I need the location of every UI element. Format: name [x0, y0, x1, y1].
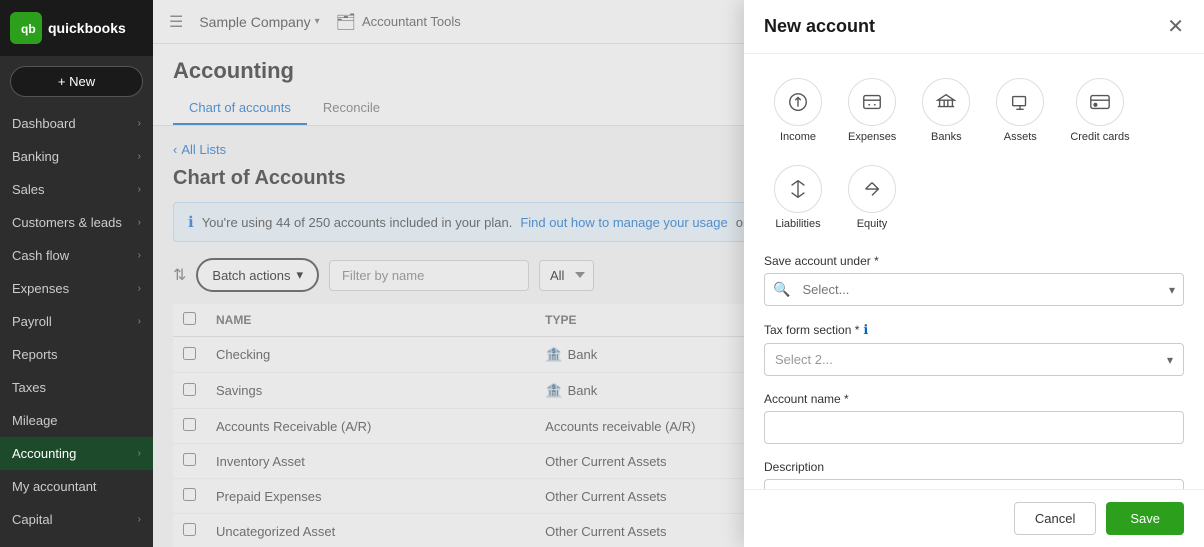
drawer-title: New account [764, 16, 875, 37]
quickbooks-logo-icon: qb [10, 12, 42, 44]
income-label: Income [780, 131, 816, 143]
sidebar-item-label: Banking [12, 149, 59, 164]
sidebar-item-label: My accountant [12, 479, 97, 494]
sidebar-item-label: Payroll [12, 314, 52, 329]
cancel-button[interactable]: Cancel [1014, 502, 1096, 535]
tax-form-select-wrapper: Select 2... ▾ [764, 343, 1184, 376]
account-type-equity[interactable]: Equity [838, 157, 906, 238]
tax-form-section-group: Tax form section * ℹ Select 2... ▾ [764, 322, 1184, 376]
drawer-body: Save account under * 🔍 ▾ Tax form sectio… [744, 254, 1204, 489]
sidebar-item-label: Taxes [12, 380, 46, 395]
sidebar-item-commerce[interactable]: Commerce › [0, 536, 153, 547]
chevron-right-icon: › [138, 217, 141, 228]
account-type-liabilities[interactable]: Liabilities [764, 157, 832, 238]
chevron-right-icon: › [138, 283, 141, 294]
sidebar-item-label: Dashboard [12, 116, 76, 131]
account-type-banks[interactable]: Banks [912, 70, 980, 151]
sidebar-item-myaccountant[interactable]: My accountant [0, 470, 153, 503]
account-name-input[interactable] [764, 411, 1184, 444]
account-name-label: Account name * [764, 392, 1184, 406]
banks-icon [922, 78, 970, 126]
credit-cards-icon [1076, 78, 1124, 126]
sidebar-item-label: Reports [12, 347, 58, 362]
save-account-input[interactable] [798, 274, 1161, 305]
new-account-drawer: New account ✕ Income Expenses Banks [744, 0, 1204, 547]
income-icon [774, 78, 822, 126]
sidebar-item-label: Customers & leads [12, 215, 122, 230]
save-button[interactable]: Save [1106, 502, 1184, 535]
assets-label: Assets [1004, 131, 1037, 143]
liabilities-icon [774, 165, 822, 213]
expenses-icon [848, 78, 896, 126]
drawer-footer: Cancel Save [744, 489, 1204, 547]
sidebar-item-label: Cash flow [12, 248, 69, 263]
description-input[interactable] [764, 479, 1184, 489]
liabilities-label: Liabilities [775, 218, 820, 230]
sidebar-item-dashboard[interactable]: Dashboard › [0, 107, 153, 140]
description-label: Description [764, 460, 1184, 474]
sidebar-item-expenses[interactable]: Expenses › [0, 272, 153, 305]
close-drawer-button[interactable]: ✕ [1167, 17, 1184, 37]
sidebar-item-mileage[interactable]: Mileage [0, 404, 153, 437]
sidebar-item-accounting[interactable]: Accounting › [0, 437, 153, 470]
chevron-right-icon: › [138, 250, 141, 261]
chevron-down-icon: ▾ [1161, 283, 1183, 297]
credit-cards-label: Credit cards [1070, 131, 1129, 143]
expenses-label: Expenses [848, 131, 896, 143]
main-content: ☰ Sample Company ▾ 🗂 Accountant Tools Ac… [153, 0, 1204, 547]
account-type-selector: Income Expenses Banks Assets [744, 54, 1204, 254]
description-group: Description [764, 460, 1184, 489]
sidebar-item-label: Capital [12, 512, 52, 527]
sidebar-item-taxes[interactable]: Taxes [0, 371, 153, 404]
chevron-right-icon: › [138, 184, 141, 195]
tax-form-info-icon[interactable]: ℹ [863, 322, 868, 338]
search-icon: 🔍 [765, 281, 798, 298]
account-type-income[interactable]: Income [764, 70, 832, 151]
chevron-right-icon: › [138, 316, 141, 327]
sidebar-item-capital[interactable]: Capital › [0, 503, 153, 536]
account-name-group: Account name * [764, 392, 1184, 444]
equity-icon [848, 165, 896, 213]
sidebar-logo: qb quickbooks [0, 0, 153, 56]
sidebar: qb quickbooks + New Dashboard › Banking … [0, 0, 153, 547]
sidebar-item-reports[interactable]: Reports [0, 338, 153, 371]
sidebar-item-label: Mileage [12, 413, 58, 428]
sidebar-item-payroll[interactable]: Payroll › [0, 305, 153, 338]
account-type-expenses[interactable]: Expenses [838, 70, 906, 151]
chevron-down-icon: ▾ [1167, 353, 1183, 367]
chevron-right-icon: › [138, 151, 141, 162]
save-account-label: Save account under * [764, 254, 1184, 268]
account-type-credit-cards[interactable]: Credit cards [1060, 70, 1139, 151]
new-button[interactable]: + New [10, 66, 143, 97]
sidebar-item-customers[interactable]: Customers & leads › [0, 206, 153, 239]
sidebar-nav: Dashboard › Banking › Sales › Customers … [0, 107, 153, 547]
drawer-header: New account ✕ [744, 0, 1204, 54]
tax-form-label: Tax form section * ℹ [764, 322, 1184, 338]
sidebar-item-banking[interactable]: Banking › [0, 140, 153, 173]
tax-form-select[interactable]: Select 2... [765, 344, 1167, 375]
banks-label: Banks [931, 131, 962, 143]
save-account-under-group: Save account under * 🔍 ▾ [764, 254, 1184, 306]
chevron-right-icon: › [138, 448, 141, 459]
account-type-assets[interactable]: Assets [986, 70, 1054, 151]
svg-text:qb: qb [21, 22, 36, 36]
sidebar-item-cashflow[interactable]: Cash flow › [0, 239, 153, 272]
assets-icon [996, 78, 1044, 126]
sidebar-item-sales[interactable]: Sales › [0, 173, 153, 206]
chevron-right-icon: › [138, 514, 141, 525]
sidebar-item-label: Expenses [12, 281, 69, 296]
brand-name: quickbooks [48, 20, 126, 36]
sidebar-item-label: Sales [12, 182, 45, 197]
sidebar-item-label: Accounting [12, 446, 76, 461]
chevron-right-icon: › [138, 118, 141, 129]
equity-label: Equity [857, 218, 888, 230]
save-account-select-wrapper: 🔍 ▾ [764, 273, 1184, 306]
